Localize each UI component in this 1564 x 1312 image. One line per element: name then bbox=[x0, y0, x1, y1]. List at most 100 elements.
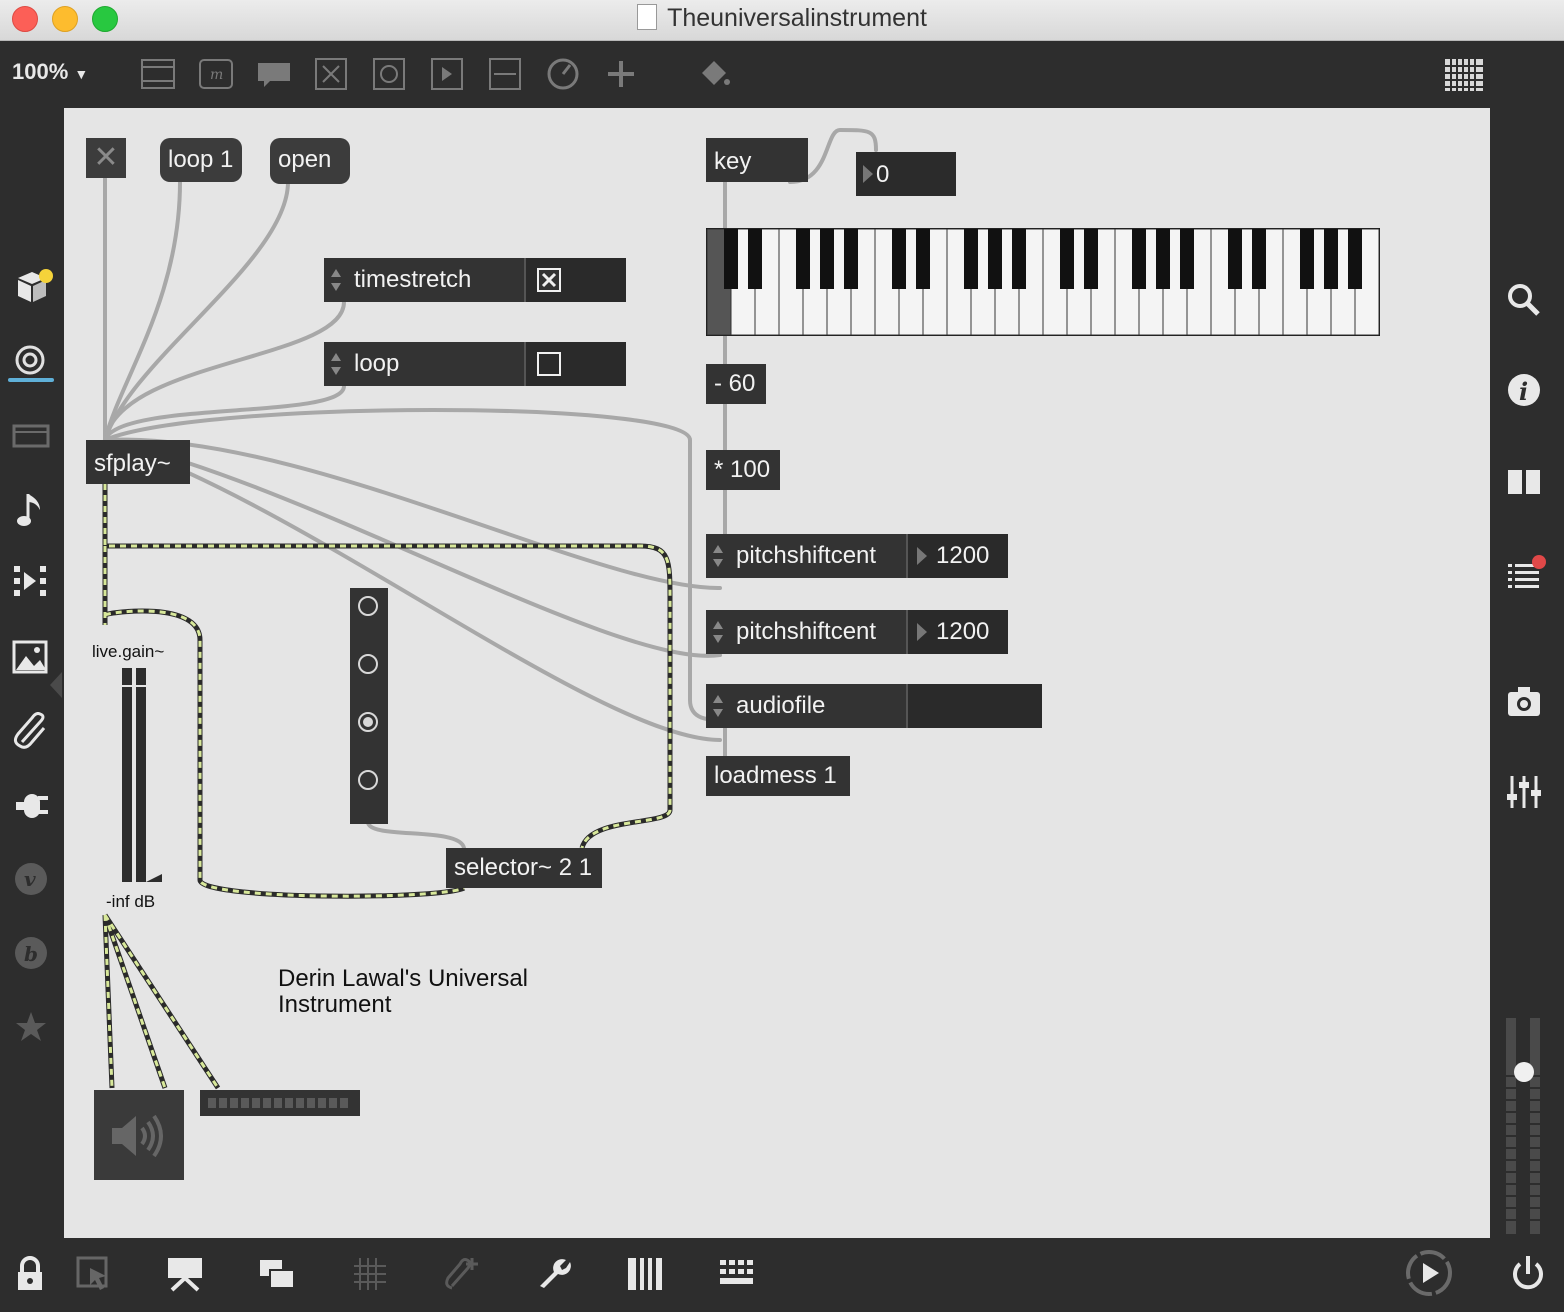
attrui-audiofile-value-box[interactable] bbox=[906, 684, 1042, 728]
play-icon[interactable] bbox=[1404, 1248, 1454, 1298]
windows-icon[interactable] bbox=[258, 1258, 296, 1290]
media-icon[interactable] bbox=[12, 564, 52, 600]
zoom-menu[interactable]: 100% ▼ bbox=[12, 59, 88, 85]
lock-icon[interactable] bbox=[16, 1256, 44, 1292]
window-title: Theuniversalinstrument bbox=[667, 4, 927, 32]
attrui-timestretch[interactable]: timestretch bbox=[324, 258, 626, 302]
black-key[interactable] bbox=[1228, 229, 1242, 289]
power-icon[interactable] bbox=[1510, 1254, 1546, 1292]
number-box-key[interactable]: 0 bbox=[856, 152, 956, 196]
black-key[interactable] bbox=[1132, 229, 1146, 289]
black-key[interactable] bbox=[1348, 229, 1362, 289]
collapse-sidebar-icon[interactable] bbox=[48, 672, 64, 698]
wrench-icon[interactable] bbox=[536, 1256, 572, 1292]
checkbox-checked-icon[interactable] bbox=[536, 267, 562, 293]
title-bar: Theuniversalinstrument bbox=[0, 0, 1564, 41]
black-key[interactable] bbox=[1300, 229, 1314, 289]
kslider-keyboard[interactable] bbox=[706, 228, 1380, 336]
black-key[interactable] bbox=[1180, 229, 1194, 289]
black-key[interactable] bbox=[988, 229, 1002, 289]
attrui-audiofile[interactable]: audiofile bbox=[706, 684, 1042, 728]
black-key[interactable] bbox=[916, 229, 930, 289]
keyboard-icon[interactable] bbox=[718, 1256, 756, 1292]
object-times-100[interactable]: * 100 bbox=[706, 450, 780, 490]
new-number-icon[interactable] bbox=[430, 57, 466, 91]
presentation-select-icon[interactable] bbox=[76, 1256, 112, 1292]
black-key[interactable] bbox=[1060, 229, 1074, 289]
new-slider-icon[interactable] bbox=[488, 57, 524, 91]
black-key[interactable] bbox=[844, 229, 858, 289]
checkbox-unchecked-icon[interactable] bbox=[536, 351, 562, 377]
meter-segment bbox=[318, 1098, 326, 1108]
ezdac-speaker[interactable] bbox=[94, 1090, 184, 1180]
grid-icon[interactable] bbox=[352, 1256, 388, 1292]
object-key[interactable]: key bbox=[706, 138, 808, 182]
add-icon[interactable] bbox=[604, 57, 640, 91]
black-key[interactable] bbox=[796, 229, 810, 289]
paperclip-icon[interactable] bbox=[12, 712, 50, 752]
piano-icon[interactable] bbox=[626, 1256, 664, 1292]
black-key[interactable] bbox=[1324, 229, 1338, 289]
svg-text:v: v bbox=[24, 867, 36, 891]
split-view-icon[interactable] bbox=[1506, 466, 1542, 498]
attr-stepper-icon bbox=[713, 621, 723, 643]
toggle-button[interactable]: ✕ bbox=[86, 138, 126, 178]
info-icon[interactable]: i bbox=[1506, 372, 1542, 408]
message-loop-1[interactable]: loop 1 bbox=[160, 138, 242, 182]
attrui-timestretch-value bbox=[524, 258, 626, 302]
radio-option[interactable] bbox=[358, 770, 378, 790]
presentation-icon[interactable] bbox=[166, 1256, 204, 1292]
attrui-pitchshiftcent-1-value-box[interactable]: 1200 bbox=[906, 534, 1008, 578]
object-loadmess[interactable]: loadmess 1 bbox=[706, 756, 850, 796]
inspector-record-icon[interactable] bbox=[8, 344, 56, 384]
live-gain-readout: -inf dB bbox=[106, 892, 156, 911]
new-button-icon[interactable] bbox=[314, 57, 350, 91]
clipboard-icon[interactable] bbox=[12, 422, 52, 450]
attrui-pitchshiftcent-2-value-box[interactable]: 1200 bbox=[906, 610, 1008, 654]
attrui-pitchshiftcent-1[interactable]: pitchshiftcent 1200 bbox=[706, 534, 1008, 578]
package-icon[interactable] bbox=[14, 268, 54, 304]
attrui-pitchshiftcent-2[interactable]: pitchshiftcent 1200 bbox=[706, 610, 1008, 654]
black-key[interactable] bbox=[1252, 229, 1266, 289]
attrui-loop[interactable]: loop bbox=[324, 342, 626, 386]
image-icon[interactable] bbox=[12, 640, 50, 674]
black-key[interactable] bbox=[1012, 229, 1026, 289]
star-icon[interactable] bbox=[14, 1010, 48, 1044]
radio-option[interactable] bbox=[358, 654, 378, 674]
object-minus-60[interactable]: - 60 bbox=[706, 364, 766, 404]
vizzie-icon[interactable]: v bbox=[14, 862, 48, 896]
patcher-grid-icon[interactable] bbox=[1443, 57, 1485, 93]
toggle-x-icon: ✕ bbox=[93, 141, 119, 174]
live-gain-slider[interactable] bbox=[118, 666, 164, 886]
radiogroup-options[interactable] bbox=[350, 588, 388, 824]
black-key[interactable] bbox=[820, 229, 834, 289]
black-key[interactable] bbox=[1156, 229, 1170, 289]
master-volume-slider[interactable] bbox=[1504, 1016, 1544, 1236]
paint-bucket-icon[interactable] bbox=[696, 57, 732, 91]
black-key[interactable] bbox=[964, 229, 978, 289]
search-icon[interactable] bbox=[1506, 282, 1542, 318]
radiogroup[interactable] bbox=[350, 588, 388, 824]
new-object-icon[interactable] bbox=[140, 57, 176, 91]
black-key[interactable] bbox=[724, 229, 738, 289]
new-dial-icon[interactable] bbox=[546, 57, 582, 91]
add-clip-icon[interactable] bbox=[444, 1256, 480, 1292]
new-message-icon[interactable]: m bbox=[198, 57, 234, 91]
object-sfplay[interactable]: sfplay~ bbox=[86, 440, 190, 484]
radio-option[interactable] bbox=[358, 596, 378, 616]
mixer-icon[interactable] bbox=[1506, 774, 1542, 810]
black-key[interactable] bbox=[1084, 229, 1098, 289]
message-open[interactable]: open bbox=[270, 138, 350, 184]
new-comment-icon[interactable] bbox=[256, 57, 292, 91]
black-key[interactable] bbox=[748, 229, 762, 289]
new-toggle-icon[interactable] bbox=[372, 57, 408, 91]
plug-icon[interactable] bbox=[12, 788, 50, 822]
bpatcher-icon[interactable]: b bbox=[14, 936, 48, 970]
black-key[interactable] bbox=[892, 229, 906, 289]
object-times-100-label: * 100 bbox=[714, 456, 771, 483]
window-title-wrap: Theuniversalinstrument bbox=[0, 4, 1564, 33]
music-note-icon[interactable] bbox=[16, 490, 46, 530]
snapshot-icon[interactable] bbox=[1506, 684, 1544, 718]
object-selector[interactable]: selector~ 2 1 bbox=[446, 848, 602, 888]
console-icon[interactable] bbox=[1506, 554, 1546, 594]
